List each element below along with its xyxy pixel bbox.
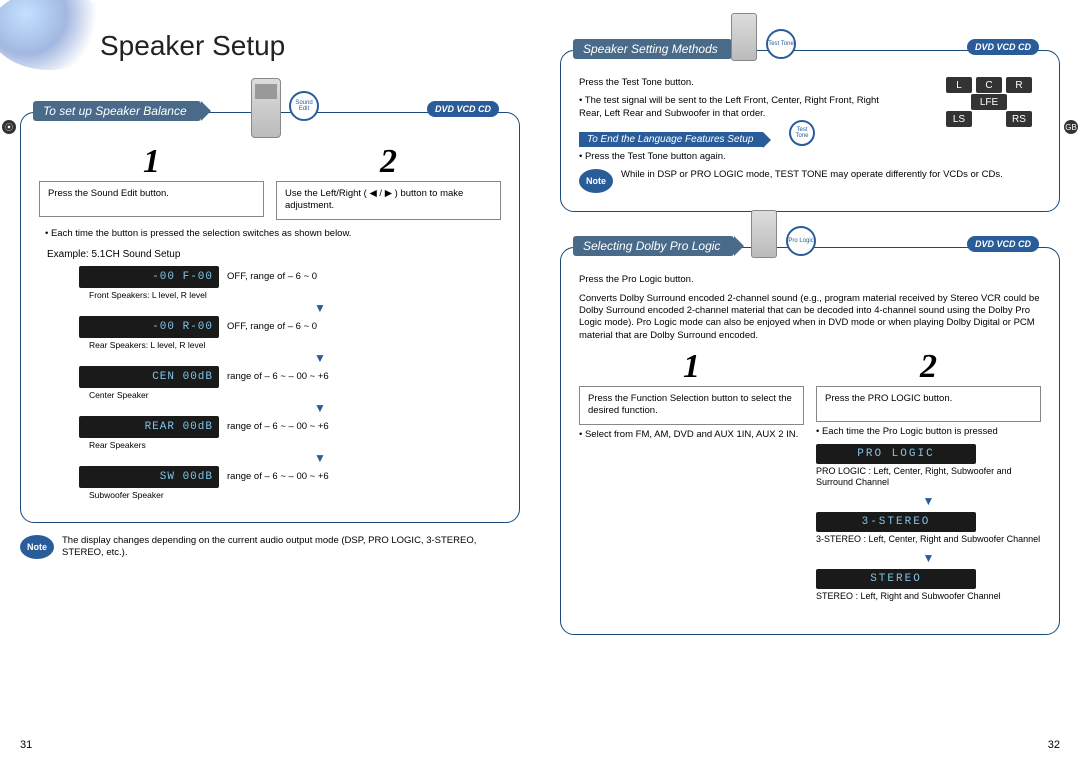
down-arrow-icon: ▼ — [816, 494, 1041, 508]
speaker-L: L — [946, 77, 972, 93]
vfd-display: REAR 00dB — [79, 416, 219, 438]
vfd-row: -00 R-00 OFF, range of – 6 ~ 0 — [79, 316, 501, 338]
mode-vfd: PRO LOGIC — [816, 444, 976, 464]
mode-vfd-text: STEREO — [870, 573, 922, 585]
pro-logic-button-icon: Pro Logic — [786, 226, 816, 256]
step-1b-number: 1 — [579, 348, 804, 386]
vfd-range-note: OFF, range of – 6 ~ 0 — [227, 321, 317, 332]
section-header: To set up Speaker Balance — [33, 101, 201, 121]
down-arrow-icon: ▼ — [139, 454, 501, 462]
mode-description: STEREO : Left, Right and Subwoofer Chann… — [816, 591, 1041, 602]
sub-header-end: To End the Language Features Setup — [579, 132, 763, 147]
vfd-range-note: range of – 6 ~ – 00 ~ +6 — [227, 471, 329, 482]
step-1-number: 1 — [39, 143, 264, 181]
mode-vfd: 3-STEREO — [816, 512, 976, 532]
test-tone-button-icon: Test Tone — [766, 29, 796, 59]
modes-list: PRO LOGIC PRO LOGIC : Left, Center, Right… — [816, 444, 1041, 601]
vfd-text: -00 R-00 — [152, 321, 213, 333]
vfd-display: SW 00dB — [79, 466, 219, 488]
pro-logic-paragraph: Converts Dolby Surround encoded 2-channe… — [579, 293, 1041, 342]
step-1b-bullet: • Select from FM, AM, DVD and AUX 1IN, A… — [579, 429, 804, 441]
page-number-left: 31 — [20, 739, 32, 751]
step-1-text: Press the Sound Edit button. — [39, 181, 264, 217]
vfd-caption: Front Speakers: L level, R level — [89, 290, 501, 300]
vfd-caption: Subwoofer Speaker — [89, 490, 501, 500]
speaker-RS: RS — [1006, 111, 1032, 127]
vfd-text: CEN 00dB — [152, 371, 213, 383]
note-text: The display changes depending on the cur… — [62, 535, 520, 560]
press-again-bullet: • Press the Test Tone button again. — [579, 151, 1041, 163]
page-right: GB Speaker Setting Methods Test Tone DVD… — [540, 0, 1080, 763]
bullet-switch: • Each time the button is pressed the se… — [45, 228, 501, 239]
mode-vfd-text: PRO LOGIC — [857, 448, 934, 460]
speaker-R: R — [1006, 77, 1032, 93]
note-row: Note The display changes depending on th… — [20, 535, 520, 560]
vfd-display: -00 F-00 — [79, 266, 219, 288]
down-arrow-icon: ▼ — [139, 404, 501, 412]
mode-vfd-text: 3-STEREO — [862, 516, 931, 528]
remote-icon-small — [731, 13, 757, 61]
note-badge: Note — [20, 535, 54, 559]
speaker-diagram: L C R LFE LS RS — [939, 76, 1039, 128]
section1-header: Speaker Setting Methods — [573, 39, 732, 59]
vfd-caption: Rear Speakers: L level, R level — [89, 340, 501, 350]
vfd-row: REAR 00dB range of – 6 ~ – 00 ~ +6 — [79, 416, 501, 438]
vfd-row: CEN 00dB range of – 6 ~ – 00 ~ +6 — [79, 366, 501, 388]
note-text-2: While in DSP or PRO LOGIC mode, TEST TON… — [621, 169, 1003, 181]
speaker-setting-section: Speaker Setting Methods Test Tone DVD VC… — [560, 50, 1060, 212]
mode-vfd: STEREO — [816, 569, 976, 589]
page-number-right: 32 — [1048, 739, 1060, 751]
side-tab-right: GB — [1064, 120, 1078, 134]
test-tone-button-icon-2: Test Tone — [789, 120, 815, 146]
disc-badge-2: DVD VCD CD — [967, 39, 1039, 55]
step-2b-number: 2 — [816, 348, 1041, 386]
press-pro-logic: Press the Pro Logic button. — [579, 274, 1041, 286]
note-row-2: Note While in DSP or PRO LOGIC mode, TES… — [579, 169, 1041, 193]
page-left: Speaker Setup ⦿ To set up Speaker Balanc… — [0, 0, 540, 763]
vfd-list: -00 F-00 OFF, range of – 6 ~ 0 Front Speak… — [39, 266, 501, 500]
section2-header: Selecting Dolby Pro Logic — [573, 236, 734, 256]
speaker-LS: LS — [946, 111, 972, 127]
vfd-text: REAR 00dB — [145, 421, 213, 433]
speaker-LFE: LFE — [971, 94, 1007, 110]
remote-icon — [251, 78, 281, 138]
remote-icon-small-2 — [751, 210, 777, 258]
down-arrow-icon: ▼ — [816, 551, 1041, 565]
vfd-row: -00 F-00 OFF, range of – 6 ~ 0 — [79, 266, 501, 288]
speaker-C: C — [976, 77, 1002, 93]
disc-badge: DVD VCD CD — [427, 101, 499, 117]
disc-badge-3: DVD VCD CD — [967, 236, 1039, 252]
vfd-row: SW 00dB range of – 6 ~ – 00 ~ +6 — [79, 466, 501, 488]
note-badge-2: Note — [579, 169, 613, 193]
step-row-2: 1 Press the Function Selection button to… — [579, 348, 1041, 608]
mode-description: PRO LOGIC : Left, Center, Right, Subwoof… — [816, 466, 1041, 488]
speaker-balance-section: To set up Speaker Balance Sound Edit DVD… — [20, 112, 520, 523]
vfd-display: CEN 00dB — [79, 366, 219, 388]
side-tab-left: ⦿ — [2, 120, 16, 134]
step-2-number: 2 — [276, 143, 501, 181]
main-title: Speaker Setup — [100, 30, 520, 62]
pro-logic-section: Selecting Dolby Pro Logic Pro Logic DVD … — [560, 247, 1060, 634]
mode-description: 3-STEREO : Left, Center, Right and Subwo… — [816, 534, 1041, 545]
vfd-text: -00 F-00 — [152, 271, 213, 283]
vfd-caption: Center Speaker — [89, 390, 501, 400]
step-row: 1 Press the Sound Edit button. 2 Use the… — [39, 143, 501, 220]
vfd-range-note: range of – 6 ~ – 00 ~ +6 — [227, 421, 329, 432]
vfd-range-note: range of – 6 ~ – 00 ~ +6 — [227, 371, 329, 382]
example-label: Example: 5.1CH Sound Setup — [47, 249, 501, 260]
test-signal-bullet: • The test signal will be sent to the Le… — [579, 95, 879, 120]
step-2b-bullet: • Each time the Pro Logic button is pres… — [816, 426, 1041, 438]
vfd-range-note: OFF, range of – 6 ~ 0 — [227, 271, 317, 282]
down-arrow-icon: ▼ — [139, 354, 501, 362]
step-2b-text: Press the PRO LOGIC button. — [816, 386, 1041, 422]
step-1b-text: Press the Function Selection button to s… — [579, 386, 804, 425]
down-arrow-icon: ▼ — [139, 304, 501, 312]
step-2-text: Use the Left/Right ( ◀ / ▶ ) button to m… — [276, 181, 501, 220]
vfd-display: -00 R-00 — [79, 316, 219, 338]
sound-edit-button-icon: Sound Edit — [289, 91, 319, 121]
disc-decoration — [0, 0, 110, 70]
vfd-caption: Rear Speakers — [89, 440, 501, 450]
vfd-text: SW 00dB — [160, 471, 213, 483]
